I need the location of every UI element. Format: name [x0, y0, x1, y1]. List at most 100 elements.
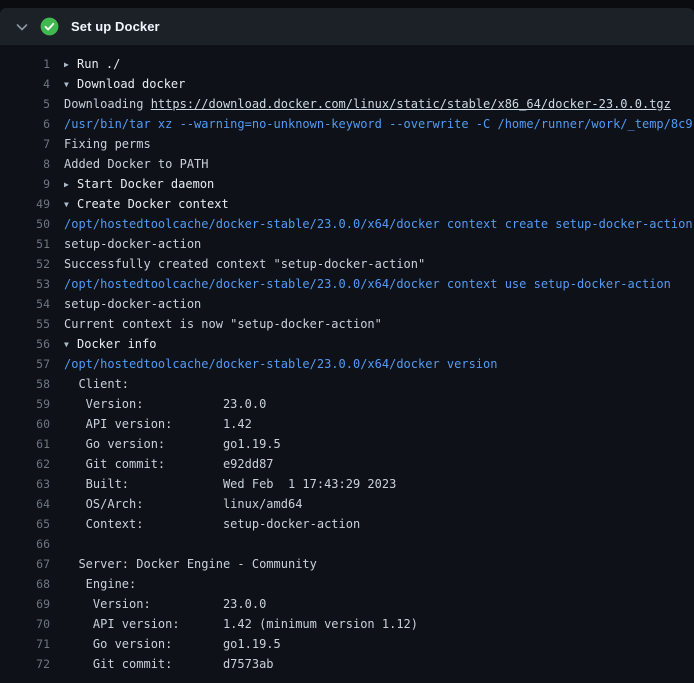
step-title: Set up Docker [71, 19, 160, 34]
log-line: 6/usr/bin/tar xz --warning=no-unknown-ke… [6, 114, 694, 134]
log-text: Go version: go1.19.5 [64, 434, 281, 454]
log-line: 54 setup-docker-action [6, 294, 694, 314]
line-number[interactable]: 1 [6, 54, 50, 74]
expand-group-icon[interactable]: ▶ [64, 55, 77, 74]
group-title[interactable]: Download docker [77, 77, 185, 91]
log-text: Version: 23.0.0 [64, 594, 266, 614]
log-text-prefix: Downloading [64, 97, 151, 111]
log-line: 72 Git commit: d7573ab [6, 654, 694, 674]
line-number[interactable]: 61 [6, 434, 50, 454]
line-number[interactable]: 69 [6, 594, 50, 614]
log-line: 69 Version: 23.0.0 [6, 594, 694, 614]
log-text: Engine: [64, 574, 136, 594]
line-number[interactable]: 72 [6, 654, 50, 674]
line-number[interactable]: 55 [6, 314, 50, 334]
log-line: 62 Git commit: e92dd87 [6, 454, 694, 474]
line-number[interactable]: 50 [6, 214, 50, 234]
chevron-down-icon[interactable] [14, 19, 30, 35]
log-text: Git commit: d7573ab [64, 654, 274, 674]
log-command-text: /opt/hostedtoolcache/docker-stable/23.0.… [64, 274, 671, 294]
line-number[interactable]: 54 [6, 294, 50, 314]
log-line: 50/opt/hostedtoolcache/docker-stable/23.… [6, 214, 694, 234]
line-number[interactable]: 51 [6, 234, 50, 254]
log-text: Successfully created context "setup-dock… [64, 254, 425, 274]
log-text: Version: 23.0.0 [64, 394, 266, 414]
group-title[interactable]: Run ./ [77, 57, 120, 71]
line-number[interactable]: 65 [6, 514, 50, 534]
log-line: 57/opt/hostedtoolcache/docker-stable/23.… [6, 354, 694, 374]
log-text: Current context is now "setup-docker-act… [64, 314, 382, 334]
line-number[interactable]: 49 [6, 194, 50, 214]
group-title[interactable]: Create Docker context [77, 197, 229, 211]
line-number[interactable]: 58 [6, 374, 50, 394]
line-number[interactable]: 71 [6, 634, 50, 654]
line-number[interactable]: 66 [6, 534, 50, 554]
line-number[interactable]: 52 [6, 254, 50, 274]
download-url-link[interactable]: https://download.docker.com/linux/static… [151, 97, 671, 111]
line-number[interactable]: 63 [6, 474, 50, 494]
log-command-text: /opt/hostedtoolcache/docker-stable/23.0.… [64, 354, 497, 374]
log-text: setup-docker-action [64, 294, 201, 314]
collapse-group-icon[interactable]: ▼ [64, 75, 77, 94]
collapse-group-icon[interactable]: ▼ [64, 335, 77, 354]
log-command-text: /opt/hostedtoolcache/docker-stable/23.0.… [64, 214, 693, 234]
line-number[interactable]: 59 [6, 394, 50, 414]
line-number[interactable]: 8 [6, 154, 50, 174]
log-line: 1 ▶Run ./ [6, 54, 694, 74]
line-number[interactable]: 70 [6, 614, 50, 634]
check-circle-icon [40, 17, 59, 36]
line-number[interactable]: 60 [6, 414, 50, 434]
line-number[interactable]: 64 [6, 494, 50, 514]
log-text: OS/Arch: linux/amd64 [64, 494, 302, 514]
line-number[interactable]: 9 [6, 174, 50, 194]
group-title[interactable]: Docker info [77, 337, 156, 351]
log-line: 53/opt/hostedtoolcache/docker-stable/23.… [6, 274, 694, 294]
log-line: 61 Go version: go1.19.5 [6, 434, 694, 454]
step-header[interactable]: Set up Docker [0, 8, 694, 45]
log-line: 60 API version: 1.42 [6, 414, 694, 434]
expand-group-icon[interactable]: ▶ [64, 175, 77, 194]
log-line: 64 OS/Arch: linux/amd64 [6, 494, 694, 514]
log-line: 63 Built: Wed Feb 1 17:43:29 2023 [6, 474, 694, 494]
line-number[interactable]: 53 [6, 274, 50, 294]
log-line: 70 API version: 1.42 (minimum version 1.… [6, 614, 694, 634]
log-command-text: /usr/bin/tar xz --warning=no-unknown-key… [64, 114, 693, 134]
job-log: Set up Docker 1▶Run ./4▼Download docker5… [0, 0, 694, 683]
line-number[interactable]: 62 [6, 454, 50, 474]
line-number[interactable]: 68 [6, 574, 50, 594]
log-lines: 1▶Run ./4▼Download docker5Downloading ht… [0, 45, 694, 683]
log-text: API version: 1.42 (minimum version 1.12) [64, 614, 418, 634]
log-line: 58 Client: [6, 374, 694, 394]
log-line: 55 Current context is now "setup-docker-a… [6, 314, 694, 334]
line-number[interactable]: 5 [6, 94, 50, 114]
log-text: API version: 1.42 [64, 414, 252, 434]
log-text: Git commit: e92dd87 [64, 454, 274, 474]
log-line: 49 ▼Create Docker context [6, 194, 694, 214]
line-number[interactable]: 57 [6, 354, 50, 374]
line-number[interactable]: 56 [6, 334, 50, 354]
log-line: 66 [6, 534, 694, 554]
log-text: setup-docker-action [64, 234, 201, 254]
log-text: Context: setup-docker-action [64, 514, 360, 534]
log-line: 67 Server: Docker Engine - Community [6, 554, 694, 574]
log-line: 5 Downloading https://download.docker.com… [6, 94, 694, 114]
log-line: 56 ▼Docker info [6, 334, 694, 354]
log-line: 4 ▼Download docker [6, 74, 694, 94]
log-text: Added Docker to PATH [64, 154, 209, 174]
line-number[interactable]: 67 [6, 554, 50, 574]
log-text: Server: Docker Engine - Community [64, 554, 317, 574]
group-title[interactable]: Start Docker daemon [77, 177, 214, 191]
log-line: 9 ▶Start Docker daemon [6, 174, 694, 194]
log-text: Fixing perms [64, 134, 151, 154]
log-line: 51 setup-docker-action [6, 234, 694, 254]
collapse-group-icon[interactable]: ▼ [64, 195, 77, 214]
line-number[interactable]: 6 [6, 114, 50, 134]
log-text: Client: [64, 374, 129, 394]
line-number[interactable]: 7 [6, 134, 50, 154]
log-line: 7 Fixing perms [6, 134, 694, 154]
log-line: 52 Successfully created context "setup-do… [6, 254, 694, 274]
line-number[interactable]: 4 [6, 74, 50, 94]
log-line: 71 Go version: go1.19.5 [6, 634, 694, 654]
log-line: 68 Engine: [6, 574, 694, 594]
log-line: 65 Context: setup-docker-action [6, 514, 694, 534]
